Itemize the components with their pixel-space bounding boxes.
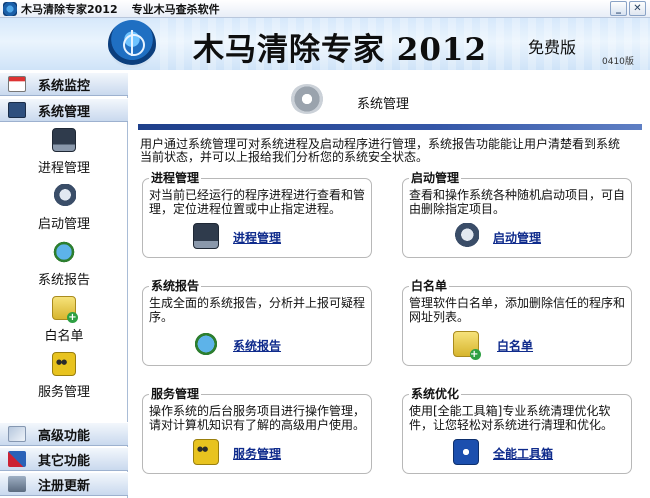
window-subtitle: 专业木马查杀软件 [131, 2, 220, 16]
sidebar-item-process[interactable]: 进程管理 [0, 128, 128, 184]
card-report: 系统报告 生成全面的系统报告，分析并上报可疑程序。 系统报告 [142, 279, 372, 366]
whitelist-icon [52, 296, 78, 323]
sidebar-item-label: 白名单 [44, 329, 84, 344]
card-title: 服务管理 [149, 387, 202, 401]
card-title: 白名单 [409, 279, 450, 293]
whitelist-link[interactable]: 白名单 [497, 337, 533, 354]
card-startup: 启动管理 查看和操作系统各种随机启动项目，可自由删除指定项目。 启动管理 [402, 171, 632, 258]
system-report-link[interactable]: 系统报告 [233, 337, 281, 354]
sidebar-group-register[interactable]: 注册更新 [0, 472, 128, 496]
sidebar-group-other[interactable]: 其它功能 [0, 447, 128, 471]
toolbox-link[interactable]: 全能工具箱 [493, 445, 553, 462]
report-icon [193, 331, 219, 357]
minimize-button[interactable]: _ [610, 1, 627, 16]
gear-icon [290, 84, 324, 114]
process-icon [52, 128, 76, 152]
sidebar-group-system-monitor[interactable]: 系统监控 [0, 72, 128, 96]
card-description: 操作系统的后台服务项目进行操作管理，请对计算机知识有了解的高级用户使用。 [149, 404, 366, 432]
service-icon [193, 439, 219, 465]
startup-manage-link[interactable]: 启动管理 [493, 229, 541, 246]
sidebar-item-startup[interactable]: 启动管理 [0, 184, 128, 240]
sidebar: 系统监控 系统管理 进程管理 启动管理 系统报告 白名单 服务管理 高级功能 其… [0, 72, 128, 498]
sidebar-group-system-manage[interactable]: 系统管理 [0, 98, 128, 122]
sidebar-group-label: 注册更新 [38, 478, 91, 494]
toolbox-icon [453, 439, 479, 465]
report-icon [52, 240, 76, 264]
banner-title: 木马清除专家 2012 [193, 32, 488, 68]
whitelist-icon [453, 331, 481, 360]
card-description: 查看和操作系统各种随机启动项目，可自由删除指定项目。 [409, 188, 626, 216]
banner: 木马清除专家 2012 免费版 0410版 [0, 18, 650, 70]
section-title: 系统管理 [357, 97, 410, 112]
edition-badge: 免费版 [528, 38, 577, 57]
card-description: 对当前已经运行的程序进程进行查看和管理，定位进程位置或中止指定进程。 [149, 188, 366, 216]
title-bar: 木马清除专家2012 专业木马查杀软件 _ ✕ [0, 0, 650, 18]
sidebar-item-report[interactable]: 系统报告 [0, 240, 128, 296]
sidebar-item-label: 服务管理 [37, 385, 90, 400]
service-manage-link[interactable]: 服务管理 [233, 445, 281, 462]
shield-logo-icon [108, 20, 156, 68]
card-title: 启动管理 [409, 171, 462, 185]
other-tools-icon [8, 451, 26, 467]
sidebar-item-whitelist[interactable]: 白名单 [0, 296, 128, 352]
card-title: 进程管理 [149, 171, 202, 185]
main-panel: 系统管理 用户通过系统管理可对系统进程及启动程序进行管理，系统报告功能能让用户清… [130, 72, 650, 498]
process-manage-link[interactable]: 进程管理 [233, 229, 281, 246]
monitor-icon [8, 76, 26, 92]
card-whitelist: 白名单 管理软件白名单，添加删除信任的程序和网址列表。 白名单 [402, 279, 632, 366]
startup-icon [453, 223, 479, 249]
system-manage-icon [8, 102, 26, 118]
sidebar-item-label: 进程管理 [37, 161, 90, 176]
card-optimize: 系统优化 使用[全能工具箱]专业系统清理优化软件，让您轻松对系统进行清理和优化。… [402, 387, 632, 474]
close-button[interactable]: ✕ [629, 1, 646, 16]
advanced-icon [8, 426, 26, 442]
card-description: 管理软件白名单，添加删除信任的程序和网址列表。 [409, 296, 626, 324]
sidebar-item-label: 启动管理 [37, 217, 90, 232]
card-service: 服务管理 操作系统的后台服务项目进行操作管理，请对计算机知识有了解的高级用户使用… [142, 387, 372, 474]
app-icon [3, 1, 17, 16]
sidebar-group-label: 高级功能 [38, 428, 91, 444]
card-description: 生成全面的系统报告，分析并上报可疑程序。 [149, 296, 366, 324]
sidebar-item-service[interactable]: 服务管理 [0, 352, 128, 408]
sidebar-group-advanced[interactable]: 高级功能 [0, 422, 128, 446]
version-label: 0410版 [602, 57, 634, 67]
section-intro: 用户通过系统管理可对系统进程及启动程序进行管理，系统报告功能能让用户清楚看到系统… [140, 137, 621, 164]
register-icon [8, 476, 26, 492]
sidebar-group-label: 系统管理 [38, 104, 91, 120]
section-divider [138, 124, 642, 130]
window-title: 木马清除专家2012 [21, 2, 118, 16]
sidebar-group-label: 其它功能 [38, 453, 91, 469]
sidebar-group-label: 系统监控 [38, 78, 91, 94]
card-process: 进程管理 对当前已经运行的程序进程进行查看和管理，定位进程位置或中止指定进程。 … [142, 171, 372, 258]
sidebar-item-label: 系统报告 [37, 273, 90, 288]
card-description: 使用[全能工具箱]专业系统清理优化软件，让您轻松对系统进行清理和优化。 [409, 404, 614, 432]
card-title: 系统优化 [409, 387, 462, 401]
startup-icon [52, 184, 76, 208]
process-icon [193, 223, 219, 249]
service-icon [52, 352, 76, 376]
card-title: 系统报告 [149, 279, 202, 293]
